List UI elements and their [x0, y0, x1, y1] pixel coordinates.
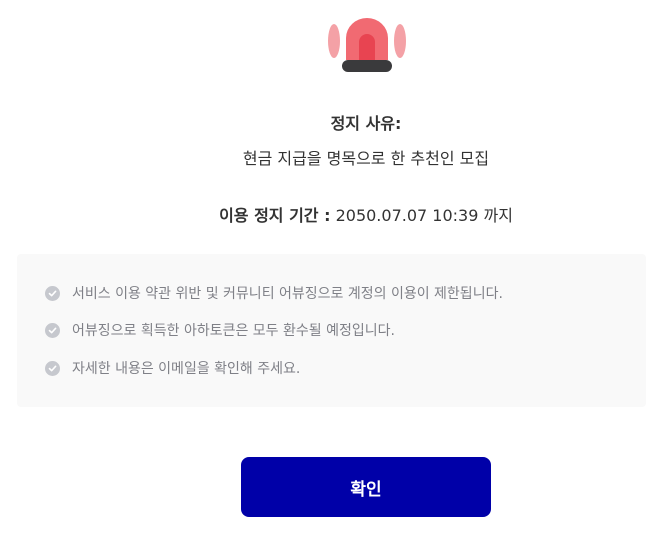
notice-item: 어뷰징으로 획득한 아하토큰은 모두 환수될 예정입니다. — [45, 320, 395, 340]
check-circle-icon — [45, 322, 60, 338]
check-circle-icon — [45, 360, 60, 376]
confirm-button[interactable]: 확인 — [241, 457, 491, 517]
period-label: 이용 정지 기간 : — [219, 206, 331, 225]
suspension-notice-page: 정지 사유: 현금 지급을 명목으로 한 추천인 모집 이용 정지 기간 : 2… — [0, 0, 646, 539]
reason-text: 현금 지급을 명목으로 한 추천인 모집 — [242, 149, 490, 168]
notice-text: 자세한 내용은 이메일을 확인해 주세요. — [72, 361, 301, 377]
period-value: 2050.07.07 10:39 까지 — [330, 206, 513, 225]
suspension-period: 이용 정지 기간 : 2050.07.07 10:39 까지 — [0, 202, 646, 226]
notice-item: 서비스 이용 약관 위반 및 커뮤니티 어뷰징으로 계정의 이용이 제한됩니다. — [45, 283, 503, 303]
notice-box: 서비스 이용 약관 위반 및 커뮤니티 어뷰징으로 계정의 이용이 제한됩니다.… — [17, 254, 646, 407]
siren-icon — [328, 18, 406, 72]
notice-text: 서비스 이용 약관 위반 및 커뮤니티 어뷰징으로 계정의 이용이 제한됩니다. — [72, 286, 503, 302]
notice-item: 자세한 내용은 이메일을 확인해 주세요. — [45, 358, 300, 378]
reason-title: 정지 사유: — [330, 114, 402, 133]
check-circle-icon — [45, 285, 60, 301]
notice-text: 어뷰징으로 획득한 아하토큰은 모두 환수될 예정입니다. — [72, 323, 395, 339]
